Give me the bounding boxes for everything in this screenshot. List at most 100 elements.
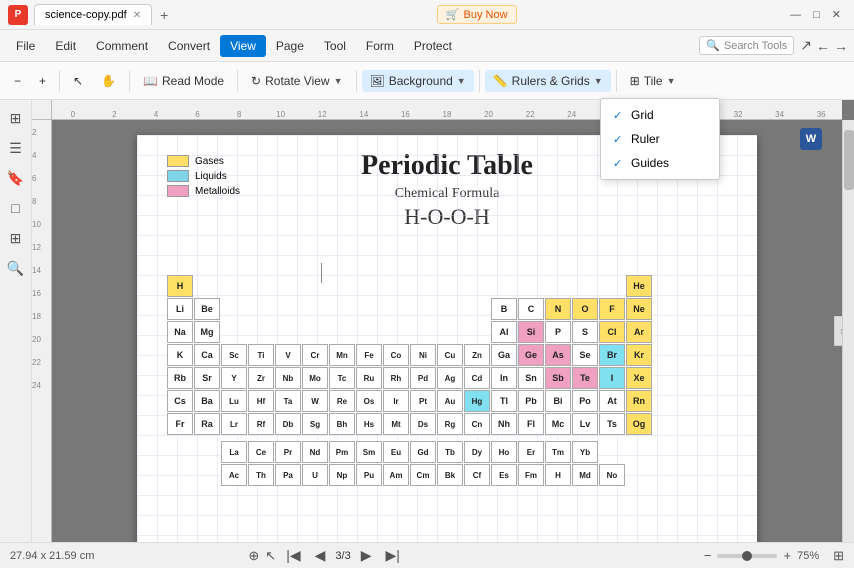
- element-Be: Be: [194, 298, 220, 320]
- document-area[interactable]: 0 2 4 6 8 10 12 14 16 18 20 22 24 26 28 …: [32, 100, 854, 542]
- zoom-controls: − + 75% ⊞: [704, 548, 844, 564]
- grid-option[interactable]: ✓ Grid: [601, 103, 719, 127]
- spacer: [437, 275, 463, 297]
- element-Os: Os: [356, 390, 382, 412]
- back-button[interactable]: ←: [816, 38, 830, 54]
- minimize-button[interactable]: —: [785, 9, 806, 21]
- next-page-button[interactable]: ▶: [357, 547, 376, 564]
- element-Tb: Tb: [437, 441, 463, 463]
- element-Al: Al: [491, 321, 517, 343]
- element-Lv: Lv: [572, 413, 598, 435]
- menu-edit[interactable]: Edit: [45, 35, 86, 57]
- rect-tool[interactable]: □: [4, 196, 28, 220]
- element-Es: Es: [491, 464, 517, 486]
- element-Cf: Cf: [464, 464, 490, 486]
- element-Ce: Ce: [248, 441, 274, 463]
- bookmark-tool[interactable]: 🔖: [4, 166, 28, 190]
- element-Mn: Mn: [329, 344, 355, 366]
- element-Hs: Hs: [356, 413, 382, 435]
- search-box[interactable]: 🔍 Search Tools: [699, 36, 794, 55]
- layers-tool[interactable]: ⊞: [4, 226, 28, 250]
- element-Ga: Ga: [491, 344, 517, 366]
- rulers-caret: ▼: [594, 76, 603, 86]
- element-Cm: Cm: [410, 464, 436, 486]
- element-Sc: Sc: [221, 344, 247, 366]
- element-Pm: Pm: [329, 441, 355, 463]
- element-Ir: Ir: [383, 390, 409, 412]
- zoom-thumb[interactable]: [742, 551, 752, 561]
- search-icon: 🔍: [706, 39, 720, 52]
- first-page-button[interactable]: |◀: [282, 547, 304, 564]
- metalloids-swatch: [167, 185, 189, 197]
- collapse-arrow[interactable]: ›: [834, 316, 842, 346]
- spacer: [464, 298, 490, 320]
- close-button[interactable]: ✕: [827, 8, 846, 21]
- element-Cl: Cl: [599, 321, 625, 343]
- element-Ag: Ag: [437, 367, 463, 389]
- element-Mg: Mg: [194, 321, 220, 343]
- menu-protect[interactable]: Protect: [404, 35, 462, 57]
- tile-button[interactable]: ⊞ Tile ▼: [622, 70, 684, 92]
- spacer: [221, 275, 247, 297]
- zoom-out-button[interactable]: −: [704, 548, 712, 563]
- restore-button[interactable]: □: [808, 9, 825, 21]
- menu-tool[interactable]: Tool: [314, 35, 356, 57]
- scroll-thumb[interactable]: [844, 130, 854, 190]
- ruler-option[interactable]: ✓ Ruler: [601, 127, 719, 151]
- fit-width-icon[interactable]: ⊞: [833, 548, 844, 564]
- add-tab-button[interactable]: +: [156, 7, 172, 23]
- external-link-icon[interactable]: ↗: [800, 37, 812, 54]
- window-controls: — □ ✕: [785, 8, 846, 21]
- element-Hf: Hf: [248, 390, 274, 412]
- element-Pt: Pt: [410, 390, 436, 412]
- rotate-view-button[interactable]: ↻ Rotate View ▼: [243, 70, 350, 92]
- element-Na: Na: [167, 321, 193, 343]
- list-tool[interactable]: ☰: [4, 136, 28, 160]
- zoom-out-button[interactable]: −: [6, 70, 29, 92]
- background-button[interactable]: 🖼 Background ▼: [362, 70, 474, 92]
- zoom-in-button[interactable]: +: [783, 548, 791, 563]
- search-tool[interactable]: 🔍: [4, 256, 28, 280]
- select-tool[interactable]: ⊞: [4, 106, 28, 130]
- guides-option[interactable]: ✓ Guides: [601, 151, 719, 175]
- last-page-button[interactable]: ▶|: [381, 547, 403, 564]
- menu-file[interactable]: File: [6, 35, 45, 57]
- zoom-slider[interactable]: [717, 554, 777, 558]
- forward-button[interactable]: →: [834, 38, 848, 54]
- element-Eu: Eu: [383, 441, 409, 463]
- separator2: [129, 70, 130, 92]
- element-In: In: [491, 367, 517, 389]
- element-He: He: [626, 275, 652, 297]
- element-Cs: Cs: [167, 390, 193, 412]
- menu-convert[interactable]: Convert: [158, 35, 220, 57]
- fit-page-icon[interactable]: ⊕: [248, 548, 259, 564]
- menu-page[interactable]: Page: [266, 35, 314, 57]
- prev-page-button[interactable]: ◀: [311, 547, 330, 564]
- hand-tool-button[interactable]: ✋: [93, 70, 124, 92]
- metalloids-label: Metalloids: [195, 186, 240, 197]
- cursor-mode-icon[interactable]: ↖: [265, 548, 276, 564]
- element-P: P: [545, 321, 571, 343]
- search-placeholder: Search Tools: [724, 40, 787, 52]
- element-Kr: Kr: [626, 344, 652, 366]
- element-Mo: Mo: [302, 367, 328, 389]
- rulers-grids-button[interactable]: 📏 Rulers & Grids ▼: [485, 70, 611, 92]
- document-tab[interactable]: science-copy.pdf ✕: [34, 4, 152, 25]
- tab-close-button[interactable]: ✕: [133, 10, 141, 21]
- menu-view[interactable]: View: [220, 35, 266, 57]
- element-Bi: Bi: [545, 390, 571, 412]
- element-K: K: [167, 344, 193, 366]
- element-Fr: Fr: [167, 413, 193, 435]
- zoom-in-button[interactable]: +: [31, 70, 54, 92]
- read-mode-button[interactable]: 📖 Read Mode: [135, 70, 232, 92]
- buy-now-button[interactable]: 🛒 Buy Now: [437, 5, 517, 24]
- menu-comment[interactable]: Comment: [86, 35, 158, 57]
- separator3: [237, 70, 238, 92]
- hand-icon: ✋: [101, 74, 116, 88]
- select-tool-button[interactable]: ↖: [65, 70, 91, 92]
- vertical-scrollbar[interactable]: [842, 120, 854, 542]
- menu-form[interactable]: Form: [356, 35, 404, 57]
- element-I: I: [599, 367, 625, 389]
- ruler-left: 2 4 6 8 10 12 14 16 18 20 22 24: [32, 120, 52, 542]
- spacer: [491, 275, 517, 297]
